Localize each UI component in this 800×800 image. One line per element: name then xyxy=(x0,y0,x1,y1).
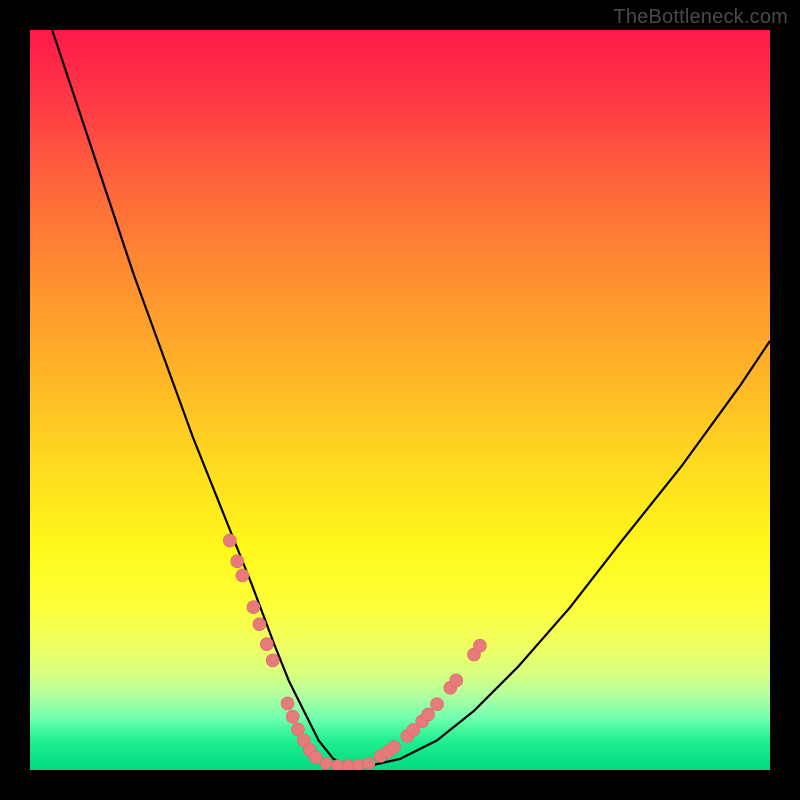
watermark-text: TheBottleneck.com xyxy=(613,6,788,29)
plot-area xyxy=(30,30,770,770)
data-marker xyxy=(320,757,332,769)
data-marker xyxy=(231,555,244,568)
data-marker xyxy=(260,638,273,651)
data-markers xyxy=(223,534,486,770)
data-marker xyxy=(281,697,294,710)
data-marker xyxy=(431,698,444,711)
data-marker xyxy=(388,741,401,754)
chart-svg xyxy=(30,30,770,770)
data-marker xyxy=(236,569,249,582)
data-marker xyxy=(353,760,365,770)
data-marker xyxy=(422,708,435,721)
data-marker xyxy=(473,639,486,652)
data-marker xyxy=(253,618,266,631)
data-marker xyxy=(286,710,299,723)
data-marker xyxy=(363,757,375,769)
data-marker xyxy=(450,674,463,687)
bottleneck-curve xyxy=(52,30,770,766)
data-marker xyxy=(247,601,260,614)
data-marker xyxy=(266,654,279,667)
data-marker xyxy=(223,534,236,547)
